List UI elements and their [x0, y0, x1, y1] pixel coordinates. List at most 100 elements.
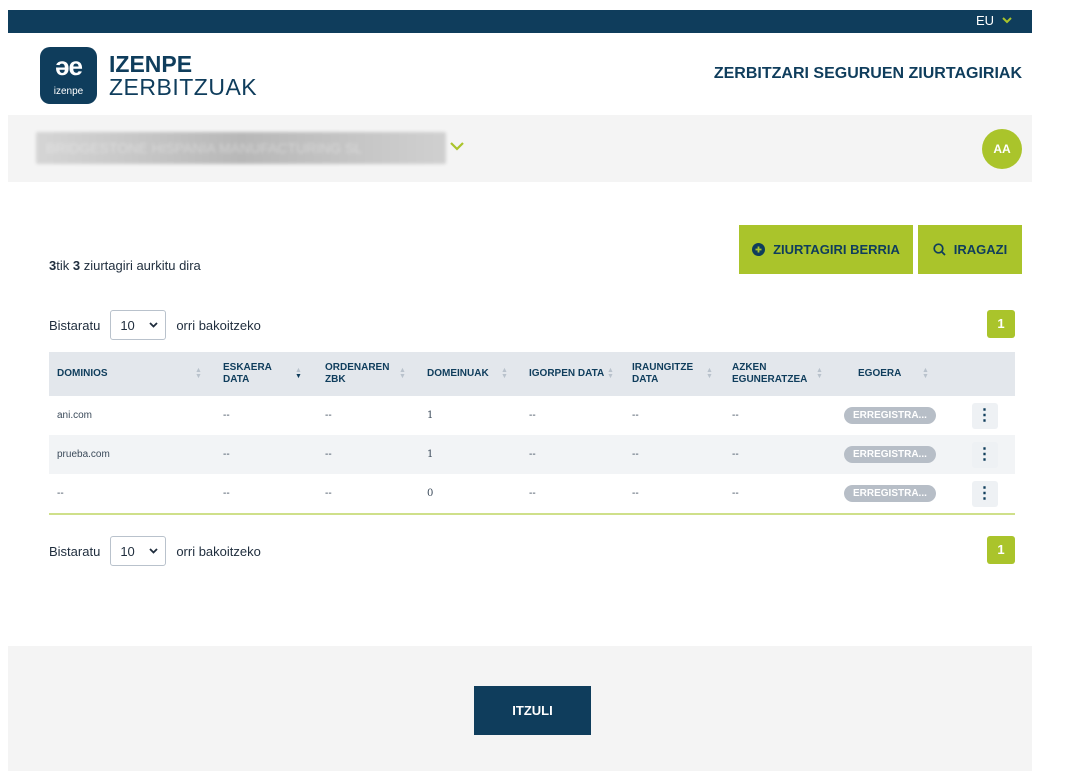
cell-azken-eguneratzea: -- [732, 488, 739, 499]
column-label: IRAUNGITZE [632, 362, 694, 373]
cell-iraungitze-data: -- [632, 449, 639, 460]
sort-icon: ▲ ▼ [922, 367, 929, 380]
cell-actions: ⋮ [954, 396, 1015, 435]
page-size-control-top: Bistaratu 10 orri bakoitzeko [49, 310, 261, 340]
more-options-icon[interactable]: ⋮ [971, 480, 998, 507]
new-certificate-button[interactable]: ZIURTAGIRI BERRIA [739, 225, 913, 274]
table-header-row: DOMINIOS ▲ ▼ ESKAERA DATA ▲ ▼ ORDENAREN ZBK ▲ ▼ … [49, 352, 1015, 396]
results-shown: 3 [72, 258, 81, 273]
language-label: EU [975, 13, 994, 28]
status-badge: ERREGISTRA... [844, 407, 936, 424]
cell-eskaera-data: -- [223, 410, 230, 421]
more-options-icon[interactable]: ⋮ [971, 402, 998, 429]
cell-ordenaren-zbk: -- [325, 488, 332, 499]
column-header-iraungitze-data[interactable]: IRAUNGITZE DATA ▲ ▼ [624, 352, 724, 396]
page-button-1[interactable]: 1 [987, 536, 1015, 564]
table-row[interactable]: -- -- -- 0 -- -- -- ERREGISTRA... ⋮ [49, 474, 1015, 513]
column-header-egoera[interactable]: EGOERA ▲ ▼ [834, 352, 954, 396]
page-size-value: 10 [120, 543, 135, 559]
column-label: DOMINIOS [57, 368, 108, 379]
sort-icon: ▲ ▼ [399, 367, 406, 380]
column-header-domeinuak[interactable]: DOMEINUAK ▲ ▼ [419, 352, 521, 396]
logo-caption: izenpe [53, 86, 84, 97]
cell-actions: ⋮ [954, 474, 1015, 513]
new-certificate-label: ZIURTAGIRI BERRIA [773, 242, 900, 257]
column-header-igorpen-data[interactable]: IGORPEN DATA ▲ ▼ [521, 352, 624, 396]
cell-dominios: -- [57, 488, 64, 499]
page-size-control-bottom: Bistaratu 10 orri bakoitzeko [49, 536, 261, 566]
page-size-select[interactable]: 10 [110, 310, 167, 340]
status-badge: ERREGISTRA... [844, 446, 936, 463]
top-bar: EU [8, 10, 1032, 33]
cell-eskaera-data: -- [223, 449, 230, 460]
cell-azken-eguneratzea: -- [732, 410, 739, 421]
cell-dominios: prueba.com [57, 449, 110, 460]
language-selector[interactable]: EU [976, 13, 1012, 28]
column-label: DOMEINUAK [427, 368, 489, 379]
organization-selector[interactable]: BRIDGESTONE HISPANIA MANUFACTURING SL [36, 132, 446, 164]
sort-icon: ▲ ▼ [501, 367, 508, 380]
column-header-eskaera-data[interactable]: ESKAERA DATA ▲ ▼ [215, 352, 317, 396]
page-size-value: 10 [120, 317, 135, 333]
column-label: DATA [223, 374, 250, 385]
logo-glyph: əe [55, 51, 83, 81]
column-label: AZKEN [732, 362, 767, 373]
sort-icon: ▲ ▼ [607, 367, 614, 380]
table-row[interactable]: prueba.com -- -- 1 -- -- -- ERREGISTRA..… [49, 435, 1015, 474]
cell-ordenaren-zbk: -- [325, 410, 332, 421]
column-label: ORDENAREN [325, 362, 390, 373]
results-mid: tik [56, 258, 73, 273]
results-suffix: ziurtagiri aurkitu dira [80, 258, 201, 273]
chevron-down-icon [149, 322, 158, 328]
back-button[interactable]: ITZULI [474, 686, 591, 735]
header: əe izenpe IZENPE ZERBITZUAK ZERBITZARI S… [8, 33, 1032, 115]
plus-circle-icon [752, 243, 766, 256]
more-options-icon[interactable]: ⋮ [971, 441, 998, 468]
column-header-dominios[interactable]: DOMINIOS ▲ ▼ [49, 352, 215, 396]
cell-igorpen-data: -- [529, 488, 536, 499]
page-size-prefix: Bistaratu [49, 317, 101, 333]
page-button-1[interactable]: 1 [987, 310, 1015, 338]
certificates-table: DOMINIOS ▲ ▼ ESKAERA DATA ▲ ▼ ORDENAREN ZBK ▲ ▼ … [49, 352, 1015, 513]
table-divider [49, 513, 1015, 515]
chevron-down-icon [149, 548, 158, 554]
column-header-azken-eguneratzea[interactable]: AZKEN EGUNERATZEA ▲ ▼ [724, 352, 834, 396]
table-row[interactable]: ani.com -- -- 1 -- -- -- ERREGISTRA... ⋮ [49, 396, 1015, 435]
avatar[interactable]: AA [982, 129, 1022, 169]
sort-desc-icon: ▲ ▼ [295, 367, 302, 380]
column-label: ESKAERA [223, 362, 272, 373]
column-label: ZBK [325, 374, 346, 385]
column-label: EGUNERATZEA [732, 374, 808, 385]
page-title: ZERBITZARI SEGURUEN ZIURTAGIRIAK [713, 65, 1022, 82]
column-label: IGORPEN DATA [529, 368, 605, 379]
column-label: DATA [632, 374, 659, 385]
results-count: 3tik 3 ziurtagiri aurkitu dira [49, 258, 201, 273]
cell-domeinuak: 0 [427, 488, 434, 499]
chevron-down-icon [1002, 17, 1012, 24]
cell-igorpen-data: -- [529, 449, 536, 460]
filter-button[interactable]: IRAGAZI [918, 225, 1022, 274]
cell-egoera: ERREGISTRA... [834, 435, 954, 474]
cell-egoera: ERREGISTRA... [834, 474, 954, 513]
cell-igorpen-data: -- [529, 410, 536, 421]
cell-domeinuak: 1 [427, 410, 434, 421]
sort-icon: ▲ ▼ [706, 367, 713, 380]
cell-ordenaren-zbk: -- [325, 449, 332, 460]
brand-subtitle: ZERBITZUAK [109, 74, 258, 100]
izenpe-logo[interactable]: əe izenpe [40, 47, 97, 104]
column-header-ordenaren-zbk[interactable]: ORDENAREN ZBK ▲ ▼ [317, 352, 419, 396]
status-badge: ERREGISTRA... [844, 485, 936, 502]
page-size-prefix: Bistaratu [49, 543, 101, 559]
page-size-suffix: orri bakoitzeko [176, 543, 261, 559]
page-size-select[interactable]: 10 [110, 536, 167, 566]
cell-domeinuak: 1 [427, 449, 434, 460]
organization-bar: BRIDGESTONE HISPANIA MANUFACTURING SL AA [8, 115, 1032, 182]
footer: ITZULI [8, 646, 1032, 771]
cell-actions: ⋮ [954, 435, 1015, 474]
column-label: EGOERA [858, 368, 902, 379]
chevron-down-icon[interactable] [450, 142, 464, 151]
cell-iraungitze-data: -- [632, 488, 639, 499]
cell-iraungitze-data: -- [632, 410, 639, 421]
cell-egoera: ERREGISTRA... [834, 396, 954, 435]
cell-eskaera-data: -- [223, 488, 230, 499]
